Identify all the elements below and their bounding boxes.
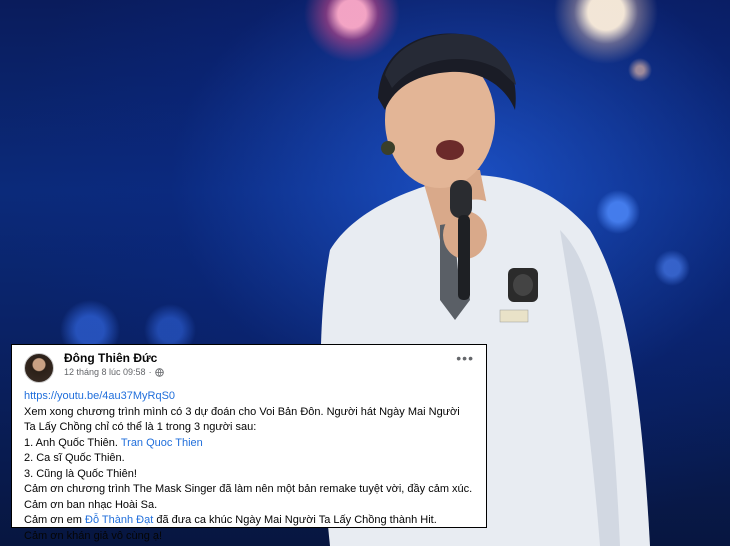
prediction-item-1: 1. Anh Quốc Thiên. Tran Quoc Thien xyxy=(24,436,474,452)
thanks-audience: Cảm ơn khán giả vô cùng ạ! xyxy=(24,529,163,542)
tagged-profile-link[interactable]: Tran Quoc Thien xyxy=(121,437,203,449)
post-date[interactable]: 12 tháng 8 lúc 09:58 xyxy=(64,366,146,379)
prediction-item-2: 2. Ca sĩ Quốc Thiên. xyxy=(24,452,125,464)
prediction-item-1-text: 1. Anh Quốc Thiên. xyxy=(24,436,121,449)
thanks-dat-prefix: Cảm ơn em xyxy=(24,514,86,526)
thanks-dat-suffix: đã đưa ca khúc Ngày Mai Người Ta Lấy Chồ… xyxy=(153,514,437,526)
post-body: https://youtu.be/4au37MyRqS0 Xem xong ch… xyxy=(24,389,474,544)
thanks-musician: Cảm ơn ban nhạc Hoài Sa. xyxy=(24,498,158,511)
thanks-dat: Cảm ơn em Đỗ Thành Đạt đã đưa ca khúc Ng… xyxy=(24,513,474,529)
thanks-show: Cảm ơn chương trình The Mask Singer đã l… xyxy=(24,483,473,495)
post-timestamp-line: 12 tháng 8 lúc 09:58 · xyxy=(64,366,456,379)
author-name[interactable]: Đông Thiên Đức xyxy=(64,351,456,366)
author-avatar[interactable] xyxy=(24,353,54,383)
post-meta: Đông Thiên Đức 12 tháng 8 lúc 09:58 · xyxy=(64,351,456,379)
prediction-item-3: 3. Cũng là Quốc Thiên! xyxy=(24,467,137,480)
separator-dot: · xyxy=(148,367,152,377)
post-intro: Xem xong chương trình mình có 3 dự đoán … xyxy=(24,405,460,434)
tagged-profile-link-dat[interactable]: Đỗ Thành Đạt xyxy=(85,514,153,526)
youtube-link[interactable]: https://youtu.be/4au37MyRqS0 xyxy=(24,390,175,402)
post-header: Đông Thiên Đức 12 tháng 8 lúc 09:58 · ••… xyxy=(24,351,474,385)
globe-icon xyxy=(154,368,164,377)
more-options-icon[interactable]: ••• xyxy=(456,351,474,365)
facebook-post-card: Đông Thiên Đức 12 tháng 8 lúc 09:58 · ••… xyxy=(11,344,487,542)
